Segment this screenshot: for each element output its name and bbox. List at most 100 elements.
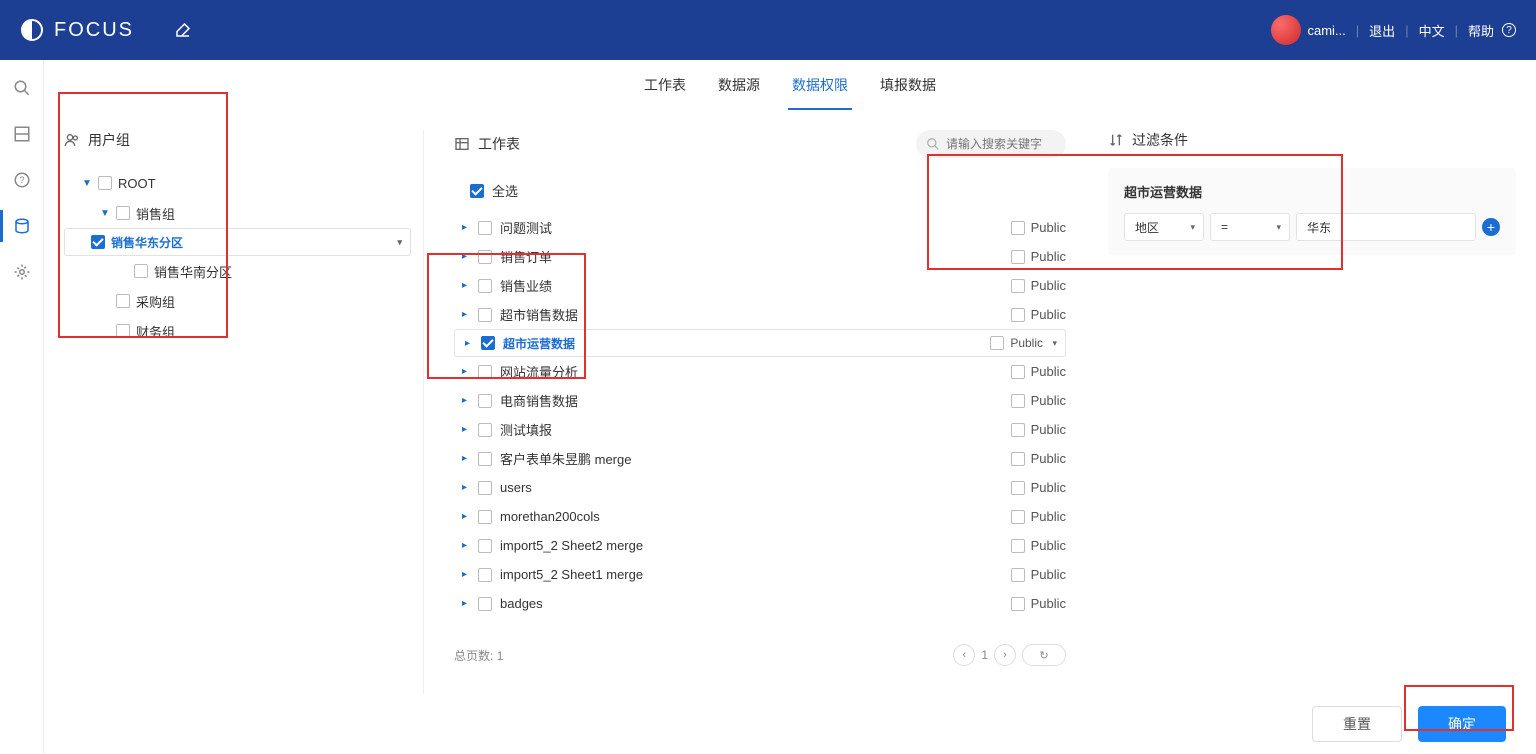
filter-field-select[interactable]: 地区 (1124, 213, 1204, 241)
tree-node[interactable]: ▶销售华东分区 (64, 228, 411, 256)
worksheet-checkbox[interactable] (478, 279, 492, 293)
filter-op-select[interactable]: = (1210, 213, 1290, 241)
worksheet-checkbox[interactable] (478, 568, 492, 582)
public-toggle[interactable]: Public (1011, 451, 1066, 466)
worksheet-row[interactable]: ▸import5_2 Sheet2 mergePublic (454, 531, 1066, 560)
public-checkbox[interactable] (1011, 539, 1025, 553)
nav-dashboard-icon[interactable] (12, 124, 32, 144)
worksheet-row[interactable]: ▸badgesPublic (454, 589, 1066, 618)
avatar[interactable] (1271, 15, 1301, 45)
next-page-button[interactable]: › (994, 644, 1016, 666)
caret-icon[interactable]: ▸ (462, 251, 472, 262)
tree-node[interactable]: ▶采购组 (64, 286, 411, 316)
caret-icon[interactable]: ▸ (462, 309, 472, 320)
select-all-checkbox[interactable] (470, 184, 484, 198)
public-toggle[interactable]: Public (990, 336, 1043, 350)
public-toggle[interactable]: Public (1011, 278, 1066, 293)
worksheet-row[interactable]: ▸电商销售数据Public (454, 386, 1066, 415)
caret-icon[interactable]: ▼ (100, 208, 110, 219)
tree-node[interactable]: ▼ROOT (64, 168, 411, 198)
public-toggle[interactable]: Public (1011, 249, 1066, 264)
worksheet-row[interactable]: ▸usersPublic (454, 473, 1066, 502)
caret-icon[interactable]: ▸ (462, 598, 472, 609)
caret-icon[interactable]: ▸ (462, 540, 472, 551)
caret-icon[interactable]: ▸ (462, 366, 472, 377)
public-checkbox[interactable] (1011, 250, 1025, 264)
public-checkbox[interactable] (1011, 221, 1025, 235)
reset-button[interactable]: 重置 (1312, 706, 1402, 742)
worksheet-checkbox[interactable] (478, 481, 492, 495)
lang-link[interactable]: 中文 (1419, 21, 1445, 40)
public-toggle[interactable]: Public (1011, 480, 1066, 495)
worksheet-row[interactable]: ▸网站流量分析Public (454, 357, 1066, 386)
public-toggle[interactable]: Public (1011, 509, 1066, 524)
worksheet-row[interactable]: ▸销售业绩Public (454, 271, 1066, 300)
worksheet-checkbox[interactable] (478, 250, 492, 264)
tree-node[interactable]: ▶销售华南分区 (64, 256, 411, 286)
caret-icon[interactable]: ▸ (462, 424, 472, 435)
public-checkbox[interactable] (1011, 394, 1025, 408)
tree-node[interactable]: ▶财务组 (64, 316, 411, 346)
help-icon[interactable]: ? (1502, 23, 1516, 37)
add-filter-button[interactable]: + (1482, 218, 1500, 236)
worksheet-row[interactable]: ▸测试填报Public (454, 415, 1066, 444)
public-checkbox[interactable] (1011, 597, 1025, 611)
nav-question-icon[interactable]: ? (12, 170, 32, 190)
filter-value-input[interactable]: 华东 (1296, 213, 1476, 241)
public-checkbox[interactable] (1011, 308, 1025, 322)
select-all-row[interactable]: 全选 (470, 176, 1066, 205)
worksheet-row[interactable]: ▸import5_2 Sheet1 mergePublic (454, 560, 1066, 589)
logout-link[interactable]: 退出 (1369, 21, 1395, 40)
nav-search-icon[interactable] (12, 78, 32, 98)
tree-checkbox[interactable] (116, 324, 130, 338)
public-checkbox[interactable] (1011, 510, 1025, 524)
worksheet-checkbox[interactable] (478, 394, 492, 408)
public-toggle[interactable]: Public (1011, 538, 1066, 553)
caret-icon[interactable]: ▸ (462, 569, 472, 580)
worksheet-checkbox[interactable] (478, 308, 492, 322)
public-toggle[interactable]: Public (1011, 422, 1066, 437)
worksheet-checkbox[interactable] (481, 336, 495, 350)
worksheet-row[interactable]: ▸超市销售数据Public (454, 300, 1066, 329)
public-toggle[interactable]: Public (1011, 307, 1066, 322)
worksheet-row[interactable]: ▸morethan200colsPublic (454, 502, 1066, 531)
refresh-button[interactable]: ↻ (1022, 644, 1066, 666)
worksheet-row[interactable]: ▸问题测试Public (454, 213, 1066, 242)
caret-icon[interactable]: ▸ (462, 482, 472, 493)
public-checkbox[interactable] (1011, 481, 1025, 495)
caret-icon[interactable]: ▸ (462, 511, 472, 522)
tree-checkbox[interactable] (98, 176, 112, 190)
public-toggle[interactable]: Public (1011, 220, 1066, 235)
worksheet-checkbox[interactable] (478, 539, 492, 553)
public-toggle[interactable]: Public (1011, 364, 1066, 379)
tree-checkbox[interactable] (134, 264, 148, 278)
tab-datasource[interactable]: 数据源 (714, 60, 764, 110)
worksheet-checkbox[interactable] (478, 597, 492, 611)
public-checkbox[interactable] (1011, 279, 1025, 293)
tab-fillreport[interactable]: 填报数据 (876, 60, 940, 110)
tab-datapermission[interactable]: 数据权限 (788, 60, 852, 110)
nav-data-icon[interactable] (12, 216, 32, 236)
edit-icon[interactable] (174, 21, 192, 39)
public-checkbox[interactable] (1011, 568, 1025, 582)
worksheet-checkbox[interactable] (478, 365, 492, 379)
nav-settings-icon[interactable] (12, 262, 32, 282)
worksheet-row[interactable]: ▸销售订单Public (454, 242, 1066, 271)
tab-worksheets[interactable]: 工作表 (640, 60, 690, 110)
worksheet-checkbox[interactable] (478, 510, 492, 524)
worksheet-row[interactable]: ▸超市运营数据Public (454, 329, 1066, 357)
public-checkbox[interactable] (1011, 423, 1025, 437)
public-checkbox[interactable] (1011, 365, 1025, 379)
tree-checkbox[interactable] (116, 206, 130, 220)
tree-checkbox[interactable] (116, 294, 130, 308)
worksheet-checkbox[interactable] (478, 423, 492, 437)
caret-icon[interactable]: ▸ (462, 453, 472, 464)
public-checkbox[interactable] (1011, 452, 1025, 466)
caret-icon[interactable]: ▸ (462, 395, 472, 406)
user-name[interactable]: cami... (1307, 23, 1345, 38)
caret-icon[interactable]: ▸ (462, 222, 472, 233)
help-link[interactable]: 帮助 (1468, 21, 1494, 40)
worksheet-checkbox[interactable] (478, 221, 492, 235)
tree-checkbox[interactable] (91, 235, 105, 249)
worksheet-checkbox[interactable] (478, 452, 492, 466)
